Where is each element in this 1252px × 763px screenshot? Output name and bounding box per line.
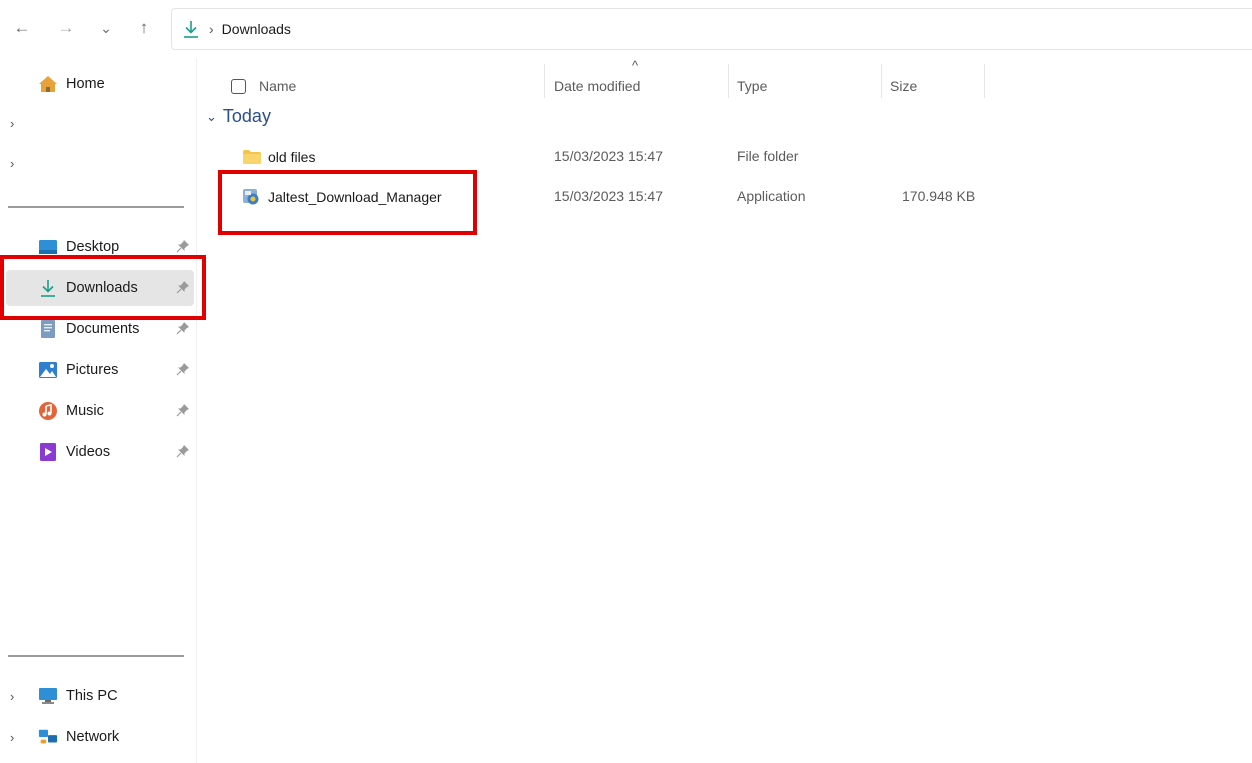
column-header-date-modified[interactable]: Date modified xyxy=(554,70,640,102)
file-size: 170.948 KB xyxy=(902,188,976,204)
select-all-checkbox[interactable] xyxy=(231,78,246,94)
file-date: 15/03/2023 15:47 xyxy=(554,188,663,204)
music-icon xyxy=(38,401,58,421)
download-arrow-icon xyxy=(38,278,58,298)
column-header-name[interactable]: Name xyxy=(231,70,296,102)
file-row[interactable]: Jaltest_Download_Manager 15/03/2023 15:4… xyxy=(234,178,994,214)
folder-icon xyxy=(242,148,262,166)
sidebar-divider xyxy=(8,206,184,208)
sidebar-item-home[interactable]: Home xyxy=(6,66,194,102)
file-type: Application xyxy=(737,188,806,204)
pin-icon[interactable] xyxy=(176,444,190,458)
file-list: Name Date modified ^ Type Size ⌄ Today o… xyxy=(198,58,1252,763)
sidebar-item-label: Downloads xyxy=(66,280,138,296)
column-header-label: Type xyxy=(737,78,768,94)
pictures-icon xyxy=(38,360,58,380)
sidebar-divider xyxy=(8,655,184,657)
collapse-chevron-icon[interactable]: ⌄ xyxy=(206,109,217,125)
sidebar-item-label: Home xyxy=(66,76,105,92)
file-name: Jaltest_Download_Manager xyxy=(242,188,442,206)
up-button[interactable]: ↑ xyxy=(130,14,158,42)
file-row[interactable]: old files 15/03/2023 15:47 File folder xyxy=(234,138,994,174)
computer-icon xyxy=(38,686,58,706)
pin-icon[interactable] xyxy=(176,362,190,376)
pin-icon[interactable] xyxy=(176,403,190,417)
download-arrow-icon xyxy=(182,19,200,39)
recent-locations-button[interactable]: ⌄ xyxy=(92,14,120,42)
breadcrumb-separator: › xyxy=(209,21,214,37)
videos-icon xyxy=(38,442,58,462)
pin-icon[interactable] xyxy=(176,321,190,335)
forward-button[interactable]: → xyxy=(52,14,80,42)
sidebar-item-videos[interactable]: Videos xyxy=(6,434,194,470)
column-separator[interactable] xyxy=(881,64,882,98)
sidebar-item-label: This PC xyxy=(66,688,118,704)
sidebar-item-label: Desktop xyxy=(66,239,120,255)
column-separator[interactable] xyxy=(544,64,545,98)
sidebar-item-this-pc[interactable]: This PC xyxy=(6,678,194,714)
pin-icon[interactable] xyxy=(176,239,190,253)
sidebar-item-network[interactable]: Network xyxy=(6,719,194,755)
sidebar-item-label: Network xyxy=(66,729,120,745)
sidebar-item-pictures[interactable]: Pictures xyxy=(6,352,194,388)
file-name: old files xyxy=(242,148,315,166)
navigation-pane: Home › › Desktop Downloads Documents Pic… xyxy=(0,58,206,763)
column-header-label: Name xyxy=(259,78,297,94)
group-header-today[interactable]: ⌄ Today xyxy=(206,106,271,127)
column-header-type[interactable]: Type xyxy=(737,70,767,102)
column-header-size[interactable]: Size xyxy=(890,70,917,102)
column-separator[interactable] xyxy=(728,64,729,98)
sidebar-item-label: Pictures xyxy=(66,362,119,378)
navigation-bar: ← → ⌄ ↑ › Downloads xyxy=(0,0,1252,58)
file-name-label: old files xyxy=(268,149,316,165)
sidebar-item-downloads[interactable]: Downloads xyxy=(6,270,194,306)
application-icon xyxy=(242,188,262,206)
sidebar-item-music[interactable]: Music xyxy=(6,393,194,429)
file-type: File folder xyxy=(737,148,799,164)
sidebar-item-label: Music xyxy=(66,403,104,419)
file-date: 15/03/2023 15:47 xyxy=(554,148,663,164)
desktop-icon xyxy=(38,237,58,257)
sidebar-item-label: Videos xyxy=(66,444,111,460)
breadcrumb-downloads[interactable]: Downloads xyxy=(222,21,291,37)
address-bar[interactable]: › Downloads xyxy=(171,8,1252,50)
documents-icon xyxy=(38,319,58,339)
sidebar-item-desktop[interactable]: Desktop xyxy=(6,229,194,265)
sort-indicator-icon: ^ xyxy=(632,58,639,73)
column-separator[interactable] xyxy=(984,64,985,98)
column-header-label: Size xyxy=(890,78,918,94)
network-icon xyxy=(38,727,58,747)
expand-chevron-icon[interactable]: › xyxy=(10,156,14,171)
sidebar-item-documents[interactable]: Documents xyxy=(6,311,194,347)
expand-chevron-icon[interactable]: › xyxy=(10,116,14,131)
home-icon xyxy=(38,74,58,94)
sidebar-item-label: Documents xyxy=(66,321,140,337)
group-header-label: Today xyxy=(222,106,271,126)
pin-icon[interactable] xyxy=(176,280,190,294)
column-header-label: Date modified xyxy=(554,78,641,94)
back-button[interactable]: ← xyxy=(8,14,36,42)
file-name-label: Jaltest_Download_Manager xyxy=(268,189,442,205)
